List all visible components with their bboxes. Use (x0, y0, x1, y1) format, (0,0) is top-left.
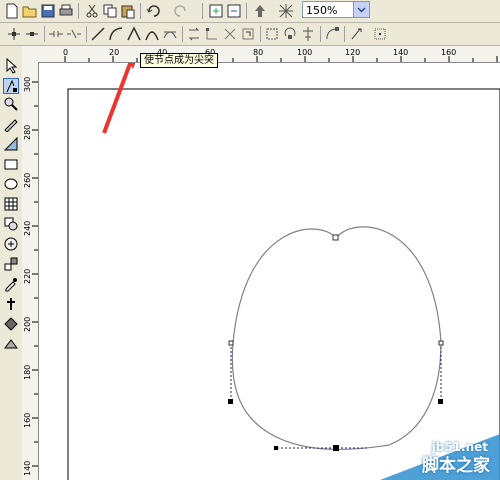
annotation-arrow (102, 63, 133, 134)
zoom-level-select[interactable]: 150% (302, 1, 370, 18)
ruler-label: 300 (23, 76, 32, 92)
pick-tool-icon[interactable] (3, 58, 19, 74)
delete-node-icon[interactable] (24, 26, 40, 42)
ruler-label: 140 (23, 460, 32, 476)
convert-to-line-icon[interactable] (90, 26, 106, 42)
node-top (332, 234, 339, 241)
tooltip-text: 使节点成为尖突 (144, 55, 214, 66)
stretch-nodes-icon[interactable] (264, 26, 280, 42)
node-property-bar: 0 ⊹ (0, 23, 500, 65)
text-tool-icon[interactable] (3, 236, 19, 252)
ruler-label: 180 (23, 364, 32, 380)
handle-left (228, 399, 233, 404)
copy-icon[interactable] (102, 3, 118, 19)
ruler-origin[interactable] (22, 46, 39, 63)
print-icon[interactable] (58, 3, 74, 19)
ruler-label: 100 (297, 48, 313, 57)
smart-fill-tool-icon[interactable] (3, 136, 19, 152)
rotate-nodes-icon[interactable] (282, 26, 298, 42)
new-document-icon[interactable] (4, 3, 20, 19)
handle-bottom-left (274, 446, 278, 450)
elastic-mode-icon[interactable] (324, 26, 340, 42)
paste-icon[interactable] (120, 3, 136, 19)
export-icon[interactable] (226, 3, 242, 19)
ruler-label: 0 (63, 48, 69, 57)
select-all-nodes-icon[interactable] (372, 26, 388, 42)
page-border (67, 88, 500, 480)
ruler-label: 200 (23, 316, 32, 332)
interactive-fill-tool-icon[interactable] (3, 336, 19, 352)
outline-tool-icon[interactable] (3, 296, 19, 312)
convert-to-curve-icon[interactable] (108, 26, 124, 42)
extend-curve-icon[interactable] (204, 26, 220, 42)
zoom-level-value: 150% (306, 4, 338, 17)
watermark-name: 脚本之家 (422, 456, 490, 476)
redo-icon[interactable] (172, 3, 188, 19)
basic-shapes-tool-icon[interactable] (3, 216, 19, 232)
rectangle-tool-icon[interactable] (3, 156, 19, 172)
chevron-down-icon[interactable] (353, 2, 369, 17)
handle-right (438, 399, 443, 404)
drawing-page (67, 63, 500, 480)
smooth-node-icon[interactable] (144, 26, 160, 42)
align-nodes-icon[interactable] (300, 26, 316, 42)
node-bottom-selected (333, 445, 339, 451)
application-launcher-icon[interactable] (252, 3, 268, 19)
save-icon[interactable] (40, 3, 56, 19)
ruler-label: 120 (345, 48, 361, 57)
join-nodes-icon[interactable] (48, 26, 64, 42)
import-icon[interactable] (208, 3, 224, 19)
watermark-logo: jb51.net 脚本之家 (380, 434, 500, 480)
polygon-tool-icon[interactable] (3, 196, 19, 212)
welcome-screen-icon[interactable] (278, 3, 294, 19)
reverse-direction-icon[interactable] (186, 26, 202, 42)
ruler-label: 20 (109, 48, 120, 57)
ruler-label: 160 (23, 412, 32, 428)
auto-close-icon[interactable] (240, 26, 256, 42)
fill-tool-icon[interactable] (3, 316, 19, 332)
cut-icon[interactable] (84, 3, 100, 19)
shape-tool-icon[interactable] (3, 78, 19, 94)
tooltip-cusp-node: 使节点成为尖突 (140, 53, 218, 68)
standard-toolbar: 150% (0, 0, 500, 23)
interactive-blend-tool-icon[interactable] (3, 256, 19, 272)
node-left (228, 340, 234, 346)
ruler-label: 280 (23, 124, 32, 140)
ruler-label: 220 (23, 268, 32, 284)
freehand-tool-icon[interactable] (3, 116, 19, 132)
horizontal-ruler: 0 20 40 60 80 100 120 140 160 (38, 46, 500, 63)
ruler-label: 140 (393, 48, 409, 57)
vertical-ruler: 300 280 260 240 220 200 180 160 140 (22, 62, 39, 480)
zoom-tool-icon[interactable] (3, 96, 19, 112)
ruler-label: 160 (441, 48, 457, 57)
symmetrical-node-icon[interactable] (162, 26, 178, 42)
add-node-icon[interactable] (6, 26, 22, 42)
eyedropper-tool-icon[interactable] (3, 276, 19, 292)
open-icon[interactable] (22, 3, 38, 19)
undo-icon[interactable] (146, 3, 162, 19)
ellipse-tool-icon[interactable] (3, 176, 19, 192)
curve-smoothness-icon[interactable] (348, 26, 364, 42)
ruler-label: 80 (253, 48, 264, 57)
break-curve-icon[interactable] (66, 26, 82, 42)
extract-subpath-icon[interactable] (222, 26, 238, 42)
drawing-canvas[interactable] (39, 63, 500, 480)
node-right (438, 340, 444, 346)
toolbox (0, 46, 23, 480)
curve-path (231, 226, 442, 451)
ruler-label: 240 (23, 220, 32, 236)
cusp-node-icon[interactable] (126, 26, 142, 42)
ruler-label: 260 (23, 172, 32, 188)
